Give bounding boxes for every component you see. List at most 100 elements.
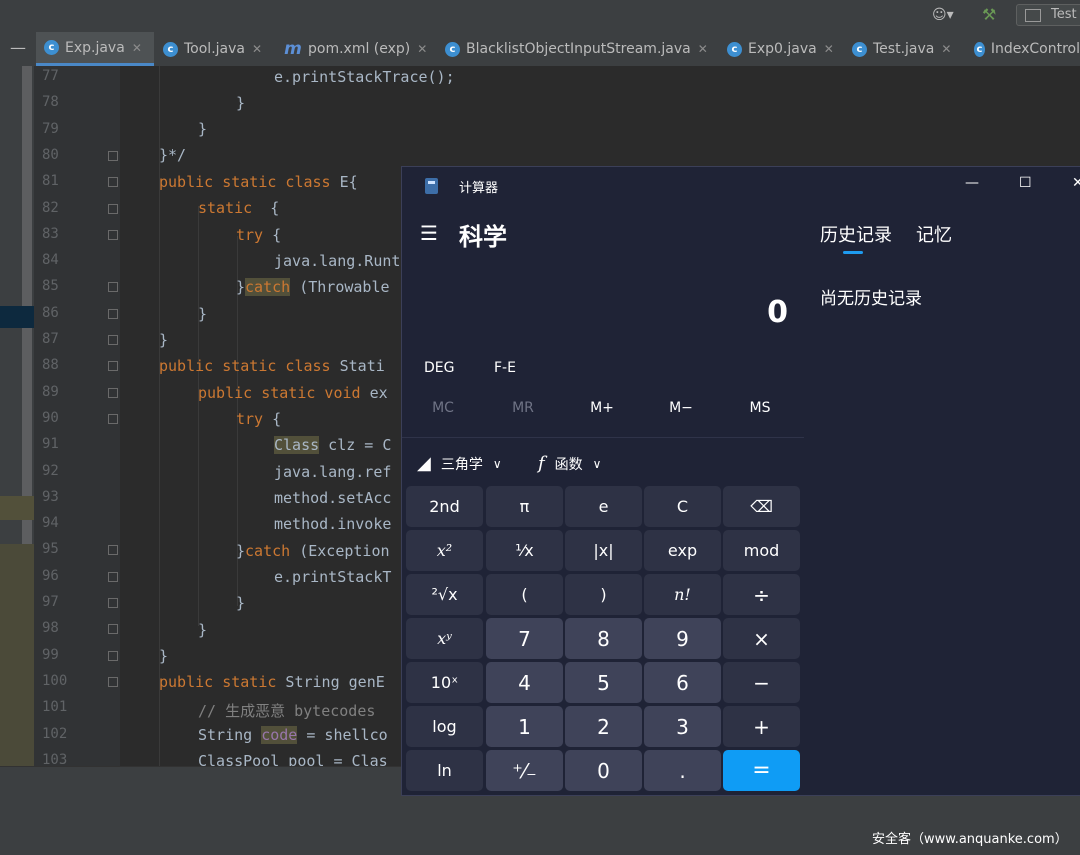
fold-marker-icon[interactable] bbox=[108, 387, 118, 398]
digit-2-button[interactable]: 2 bbox=[565, 706, 642, 747]
tab-blacklist-stream[interactable]: c BlacklistObjectInputStream.java ✕ bbox=[437, 32, 717, 66]
digit-0-button[interactable]: 0 bbox=[565, 750, 642, 791]
tab-pom-xml[interactable]: m pom.xml (exp) ✕ bbox=[276, 32, 436, 66]
close-icon[interactable]: ✕ bbox=[132, 41, 142, 55]
line-number: 95 bbox=[42, 541, 59, 558]
backspace-icon[interactable]: ⌫ bbox=[723, 486, 800, 527]
tab-exp0-java[interactable]: c Exp0.java ✕ bbox=[719, 32, 842, 66]
mod-button[interactable]: mod bbox=[723, 530, 800, 571]
fe-button[interactable]: F-E bbox=[494, 360, 516, 376]
add-button[interactable]: + bbox=[723, 706, 800, 747]
tab-test-java[interactable]: c Test.java ✕ bbox=[844, 32, 964, 66]
fold-marker-icon[interactable] bbox=[108, 413, 118, 424]
code-line: }*/ bbox=[159, 146, 187, 164]
code-line: public static class Stati bbox=[159, 357, 385, 375]
fold-marker-icon[interactable] bbox=[108, 676, 118, 687]
digit-3-button[interactable]: 3 bbox=[644, 706, 721, 747]
java-class-icon: c bbox=[852, 41, 867, 57]
close-paren-button[interactable]: ) bbox=[565, 574, 642, 615]
fold-marker-icon[interactable] bbox=[108, 282, 118, 293]
digit-4-button[interactable]: 4 bbox=[486, 662, 563, 703]
hamburger-menu-icon[interactable]: ☰ bbox=[420, 221, 438, 245]
code-line: public static void ex bbox=[198, 384, 388, 402]
build-hammer-icon[interactable]: ⚒ bbox=[982, 5, 996, 24]
close-icon[interactable]: ✕ bbox=[941, 42, 951, 56]
digit-6-button[interactable]: 6 bbox=[644, 662, 721, 703]
divide-button[interactable]: ÷ bbox=[723, 574, 800, 615]
fold-marker-icon[interactable] bbox=[108, 624, 118, 635]
fold-marker-icon[interactable] bbox=[108, 335, 118, 345]
subtract-button[interactable]: − bbox=[723, 662, 800, 703]
memory-subtract-button[interactable]: M− bbox=[651, 400, 711, 416]
memory-add-button[interactable]: M+ bbox=[572, 400, 632, 416]
function-dropdown[interactable]: f 函数 ∨ bbox=[538, 453, 601, 474]
line-number: 99 bbox=[42, 646, 59, 663]
reciprocal-button[interactable]: ¹⁄x bbox=[486, 530, 563, 571]
line-number: 92 bbox=[42, 462, 59, 479]
square-root-button[interactable]: ²√x bbox=[406, 574, 483, 615]
e-button[interactable]: e bbox=[565, 486, 642, 527]
close-icon[interactable]: ✕ bbox=[698, 42, 708, 56]
log-button[interactable]: log bbox=[406, 706, 483, 747]
digit-5-button[interactable]: 5 bbox=[565, 662, 642, 703]
digit-7-button[interactable]: 7 bbox=[486, 618, 563, 659]
fold-marker-icon[interactable] bbox=[108, 177, 118, 188]
power-button[interactable]: xʸ bbox=[406, 618, 483, 659]
memory-clear-button[interactable]: MC bbox=[413, 400, 473, 416]
factorial-button[interactable]: n! bbox=[644, 574, 721, 615]
close-icon[interactable]: ✕ bbox=[1072, 175, 1080, 191]
ln-button[interactable]: ln bbox=[406, 750, 483, 791]
tab-tool-java[interactable]: c Tool.java ✕ bbox=[155, 32, 275, 66]
close-icon[interactable]: ✕ bbox=[824, 42, 834, 56]
second-function-button[interactable]: 2nd bbox=[406, 486, 483, 527]
minus-icon[interactable]: — bbox=[10, 38, 26, 57]
fold-marker-icon[interactable] bbox=[108, 229, 118, 240]
tab-memory[interactable]: 记忆 bbox=[916, 221, 952, 247]
memory-recall-button[interactable]: MR bbox=[493, 400, 553, 416]
minimize-icon[interactable]: — bbox=[965, 175, 979, 191]
code-line: java.lang.ref bbox=[274, 463, 392, 481]
fold-marker-icon[interactable] bbox=[108, 598, 118, 608]
fold-marker-icon[interactable] bbox=[108, 361, 118, 372]
tab-history[interactable]: 历史记录 bbox=[820, 221, 892, 247]
fold-marker-icon[interactable] bbox=[108, 545, 118, 556]
square-button[interactable]: x² bbox=[406, 530, 483, 571]
open-paren-button[interactable]: ( bbox=[486, 574, 563, 615]
clear-button[interactable]: C bbox=[644, 486, 721, 527]
code-line: } bbox=[159, 331, 169, 349]
memory-store-button[interactable]: MS bbox=[730, 400, 790, 416]
tab-exp-java[interactable]: c Exp.java ✕ bbox=[36, 32, 154, 66]
run-configuration-select[interactable]: Test bbox=[1016, 4, 1080, 26]
ten-power-button[interactable]: 10ˣ bbox=[406, 662, 483, 703]
tab-index-control[interactable]: c IndexControl bbox=[966, 32, 1080, 66]
exp-button[interactable]: exp bbox=[644, 530, 721, 571]
fold-marker-icon[interactable] bbox=[108, 571, 118, 582]
absolute-value-button[interactable]: |x| bbox=[565, 530, 642, 571]
user-icon[interactable]: ☺▾ bbox=[932, 7, 954, 23]
code-line: } bbox=[236, 594, 246, 612]
fold-marker-icon[interactable] bbox=[108, 150, 118, 161]
multiply-button[interactable]: × bbox=[723, 618, 800, 659]
angle-mode-button[interactable]: DEG bbox=[424, 360, 454, 376]
fold-marker-icon[interactable] bbox=[108, 650, 118, 661]
negate-button[interactable]: ⁺⁄₋ bbox=[486, 750, 563, 791]
close-icon[interactable]: ✕ bbox=[252, 42, 262, 56]
fold-marker-icon[interactable] bbox=[108, 308, 118, 319]
maximize-icon[interactable]: ☐ bbox=[1019, 175, 1032, 191]
code-line: e.printStackT bbox=[274, 568, 392, 586]
tab-label: Tool.java bbox=[184, 41, 245, 57]
close-icon[interactable]: ✕ bbox=[417, 42, 427, 56]
code-line: }catch (Throwable bbox=[236, 278, 390, 296]
digit-8-button[interactable]: 8 bbox=[565, 618, 642, 659]
calculator-titlebar[interactable]: 计算器 — ☐ ✕ bbox=[402, 167, 1080, 205]
digit-1-button[interactable]: 1 bbox=[486, 706, 563, 747]
pi-button[interactable]: π bbox=[486, 486, 563, 527]
triangle-icon: ◢ bbox=[417, 453, 431, 474]
decimal-button[interactable]: . bbox=[644, 750, 721, 791]
equals-button[interactable]: = bbox=[723, 750, 800, 791]
fold-marker-icon[interactable] bbox=[108, 203, 118, 214]
ide-toolbar: ☺▾ ⚒ Test bbox=[0, 0, 1080, 32]
run-config-label: Test bbox=[1051, 7, 1077, 22]
digit-9-button[interactable]: 9 bbox=[644, 618, 721, 659]
trigonometry-dropdown[interactable]: ◢ 三角学 ∨ bbox=[417, 453, 502, 474]
